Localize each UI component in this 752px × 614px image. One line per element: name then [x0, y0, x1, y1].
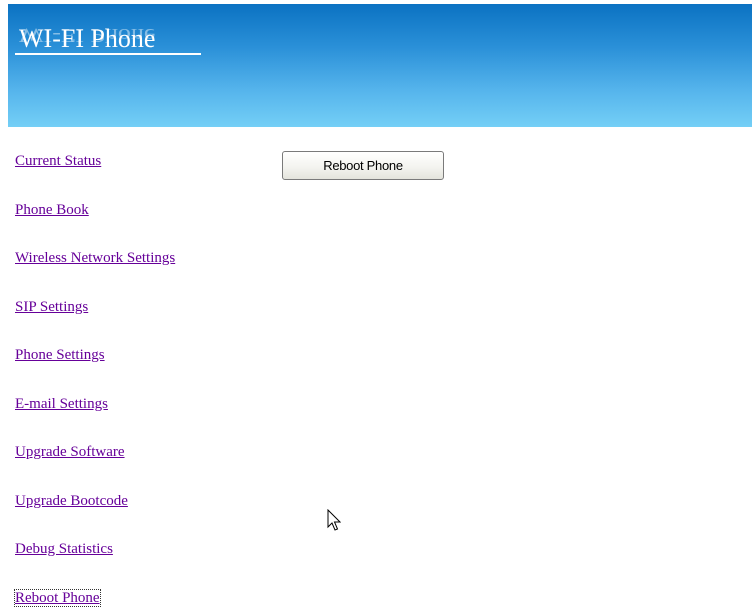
logo-title: WI-FI Phone [19, 24, 156, 53]
nav-link-upgrade-bootcode[interactable]: Upgrade Bootcode [15, 493, 128, 509]
nav-link-reboot-phone[interactable]: Reboot Phone [14, 588, 101, 607]
nav-item-phone-settings: Phone Settings [15, 346, 175, 395]
nav-link-email-settings[interactable]: E-mail Settings [15, 396, 108, 412]
header-banner: WI-FI Phone WI-FI Phone [8, 4, 752, 127]
nav-item-current-status: Current Status [15, 152, 175, 201]
nav-item-reboot-phone: Reboot Phone [14, 588, 175, 614]
sidebar-nav: Current Status Phone Book Wireless Netwo… [14, 152, 175, 614]
nav-item-debug-statistics: Debug Statistics [15, 540, 175, 589]
nav-item-upgrade-software: Upgrade Software [15, 443, 175, 492]
reboot-phone-button[interactable]: Reboot Phone [282, 151, 444, 180]
nav-item-phone-book: Phone Book [15, 201, 175, 250]
nav-item-wireless-network-settings: Wireless Network Settings [15, 249, 175, 298]
nav-link-upgrade-software[interactable]: Upgrade Software [15, 444, 125, 460]
nav-item-sip-settings: SIP Settings [15, 298, 175, 347]
nav-item-upgrade-bootcode: Upgrade Bootcode [15, 492, 175, 541]
nav-item-email-settings: E-mail Settings [15, 395, 175, 444]
logo-underline [15, 53, 201, 55]
nav-link-current-status[interactable]: Current Status [15, 153, 101, 169]
nav-link-wireless-network-settings[interactable]: Wireless Network Settings [15, 250, 175, 266]
nav-link-phone-settings[interactable]: Phone Settings [15, 347, 105, 363]
arrow-pointer-icon [327, 509, 341, 531]
nav-link-debug-statistics[interactable]: Debug Statistics [15, 541, 113, 557]
nav-link-sip-settings[interactable]: SIP Settings [15, 299, 88, 315]
nav-link-phone-book[interactable]: Phone Book [15, 202, 89, 218]
